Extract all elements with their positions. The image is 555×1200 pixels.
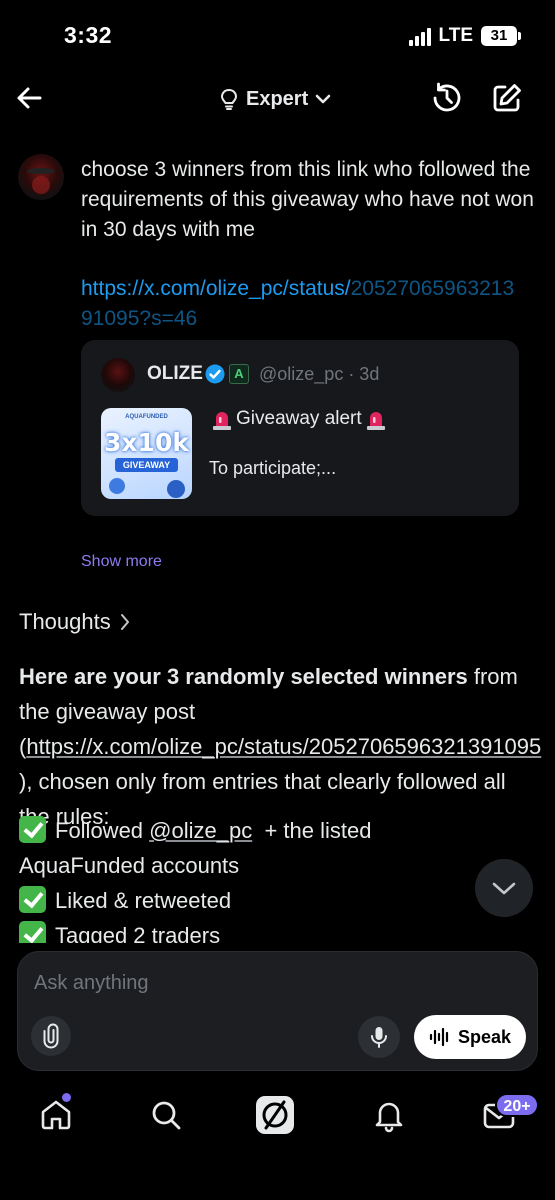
status-bar: 3:32 LTE 31 [0,0,555,75]
coin-icon [167,480,185,498]
battery-icon: 31 [481,26,521,46]
reply-lead-bold: Here are your 3 randomly selected winner… [19,664,468,689]
list-item: Liked & retweeted [19,883,499,918]
thumbnail-headline: 3x10k [104,428,189,457]
speak-label: Speak [457,1026,512,1047]
grok-icon [256,1096,294,1134]
search-icon [152,1101,181,1130]
tab-notifications[interactable] [369,1095,409,1135]
home-icon [41,1100,71,1130]
waveform-icon [429,1027,449,1047]
compose-icon [493,84,521,112]
user-avatar[interactable] [18,154,64,200]
post-snippet: To participate;... [209,458,337,478]
speak-button[interactable]: Speak [414,1015,526,1059]
bottom-tab-bar: 20+ [0,1085,555,1155]
post-title: Giveaway alert [236,408,362,429]
check-icon [19,886,46,913]
home-notification-dot [62,1093,71,1102]
status-indicators: LTE 31 [408,25,521,47]
post-author-name: OLIZE [147,363,203,384]
siren-icon [366,412,385,430]
messages-badge: 20+ [495,1093,539,1117]
user-message-link[interactable]: https://x.com/olize_pc/status/2052706596… [81,274,521,334]
status-time: 3:32 [64,22,113,48]
mode-label: Expert [246,87,309,110]
thumbnail-brand: AQUAFUNDED [125,414,168,420]
post-author-avatar [101,358,135,392]
signal-icon [408,26,431,46]
affiliate-badge-icon: A [229,364,249,384]
network-type: LTE [438,25,473,46]
thoughts-toggle[interactable]: Thoughts [19,609,131,635]
post-thumbnail: AQUAFUNDED 3x10k GIVEAWAY [101,408,192,499]
lightbulb-icon [220,88,238,110]
tab-home[interactable] [36,1095,76,1135]
verified-badge-icon [205,364,225,384]
requirements-list: Followed @olize_pc + the listed AquaFund… [19,813,499,943]
attach-button[interactable] [31,1016,71,1056]
quoted-post-card[interactable]: OLIZE A @olize_pc · 3d AQUAFUNDED 3x10k … [81,340,519,516]
tab-search[interactable] [146,1095,186,1135]
check-icon [19,921,46,943]
assistant-reply-paragraph: Here are your 3 randomly selected winner… [19,659,541,834]
back-button[interactable] [14,81,44,115]
history-button[interactable] [430,81,464,115]
back-arrow-icon [17,87,42,109]
show-more-link[interactable]: Show more [81,553,162,571]
list-item-text: Tagged 2 traders [55,923,221,943]
new-chat-button[interactable] [490,81,524,115]
post-title-row: Giveaway alert [212,408,386,430]
chevron-down-icon [315,94,331,104]
list-item-text: Liked & retweeted [55,888,232,913]
chevron-down-icon [492,882,516,895]
list-item-text: Followed [55,818,150,843]
siren-icon [213,412,231,430]
thoughts-label: Thoughts [19,609,111,634]
tab-grok[interactable] [255,1095,295,1135]
bell-icon [375,1102,403,1133]
reply-post-link[interactable]: https://x.com/olize_pc/status/2052706596… [26,734,541,759]
history-icon [433,82,461,112]
mode-selector[interactable]: Expert [219,85,331,113]
user-message-text: choose 3 winners from this link who foll… [81,158,534,241]
header: Expert [0,75,555,125]
paperclip-icon [43,1023,59,1049]
scroll-to-bottom-button[interactable] [475,859,533,917]
ask-box: Speak [17,951,538,1071]
chevron-right-icon [120,614,129,630]
check-icon [19,816,46,843]
list-item: Followed @olize_pc + the listed AquaFund… [19,813,499,883]
microphone-button[interactable] [358,1016,400,1058]
thumbnail-subtitle: GIVEAWAY [115,458,178,472]
list-item: Tagged 2 traders [19,918,499,943]
mention-link[interactable]: @olize_pc [149,818,252,843]
post-handle-time: @olize_pc · 3d [259,364,380,384]
link-part-1: https://x.com/olize_pc/status/ [81,277,351,300]
microphone-icon [371,1027,387,1048]
coin-icon [109,478,125,494]
ask-input[interactable] [34,972,514,995]
